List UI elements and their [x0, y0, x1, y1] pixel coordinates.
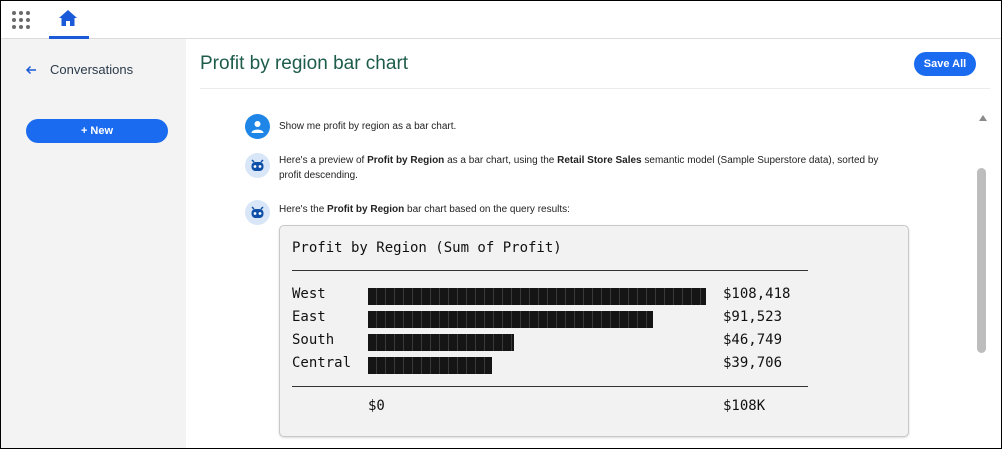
user-message: Show me profit by region as a bar chart. [245, 114, 899, 139]
profit-value: $108,418 [723, 286, 791, 302]
user-avatar-icon [245, 114, 270, 139]
chart-rule-top [292, 270, 808, 271]
axis-max-label: $108K [723, 398, 766, 414]
chart-rule-bottom [292, 386, 808, 387]
text-bold-fragment: Profit by Region [327, 204, 405, 215]
text-fragment: as a bar chart, using the [444, 155, 558, 166]
chart-row: South $46,749 [292, 332, 892, 352]
profit-bar [368, 357, 492, 374]
text-chart-code-block: Profit by Region (Sum of Profit) West $10… [279, 225, 909, 437]
text-fragment: Here's a preview of [279, 155, 368, 166]
sidebar: Conversations + New [1, 39, 186, 448]
back-to-conversations-link[interactable]: Conversations [25, 62, 133, 77]
apps-grid-icon[interactable] [12, 11, 30, 29]
profit-bar [368, 334, 514, 351]
region-label: South [292, 332, 335, 348]
region-label: East [292, 309, 326, 325]
profit-bar [368, 288, 706, 305]
page-title: Profit by region bar chart [200, 53, 409, 74]
new-conversation-button[interactable]: + New [26, 119, 168, 143]
axis-min-label: $0 [368, 398, 385, 414]
chart-row: East $91,523 [292, 309, 892, 329]
arrow-left-icon [25, 65, 36, 74]
profit-value: $46,749 [723, 332, 783, 348]
top-bar [1, 1, 1001, 39]
chart-row: West $108,418 [292, 286, 892, 306]
profit-value: $91,523 [723, 309, 783, 325]
chat-area: Show me profit by region as a bar chart.… [186, 89, 976, 448]
scroll-up-arrow-icon[interactable] [979, 115, 987, 121]
app-window: Conversations + New Profit by region bar… [0, 0, 1002, 449]
region-label: West [292, 286, 326, 302]
main-panel: Profit by region bar chart Save All Show… [186, 39, 1001, 448]
text-bold-fragment: Retail Store Sales [557, 155, 642, 166]
scroll-thumb[interactable] [977, 168, 986, 353]
save-all-button[interactable]: Save All [914, 52, 976, 76]
text-chart-title: Profit by Region (Sum of Profit) [292, 240, 562, 256]
chat-scrollbar[interactable] [976, 109, 990, 444]
text-fragment: bar chart based on the query results: [404, 204, 570, 215]
assistant-avatar-icon [245, 153, 270, 178]
profit-bar [368, 311, 653, 328]
assistant-message: Here's the Profit by Region bar chart ba… [245, 200, 899, 225]
assistant-message-text: Here's the Profit by Region bar chart ba… [279, 200, 899, 225]
chart-row: Central $39,706 [292, 355, 892, 375]
user-message-text: Show me profit by region as a bar chart. [279, 121, 457, 132]
assistant-avatar-icon [245, 200, 270, 225]
home-tab[interactable] [49, 1, 89, 39]
home-icon [59, 10, 77, 26]
region-label: Central [292, 355, 352, 371]
conversations-label: Conversations [50, 62, 134, 77]
assistant-message-text: Here's a preview of Profit by Region as … [279, 153, 899, 183]
assistant-message: Here's a preview of Profit by Region as … [245, 153, 899, 183]
text-fragment: Here's the [279, 204, 328, 215]
profit-value: $39,706 [723, 355, 783, 371]
text-bold-fragment: Profit by Region [367, 155, 445, 166]
